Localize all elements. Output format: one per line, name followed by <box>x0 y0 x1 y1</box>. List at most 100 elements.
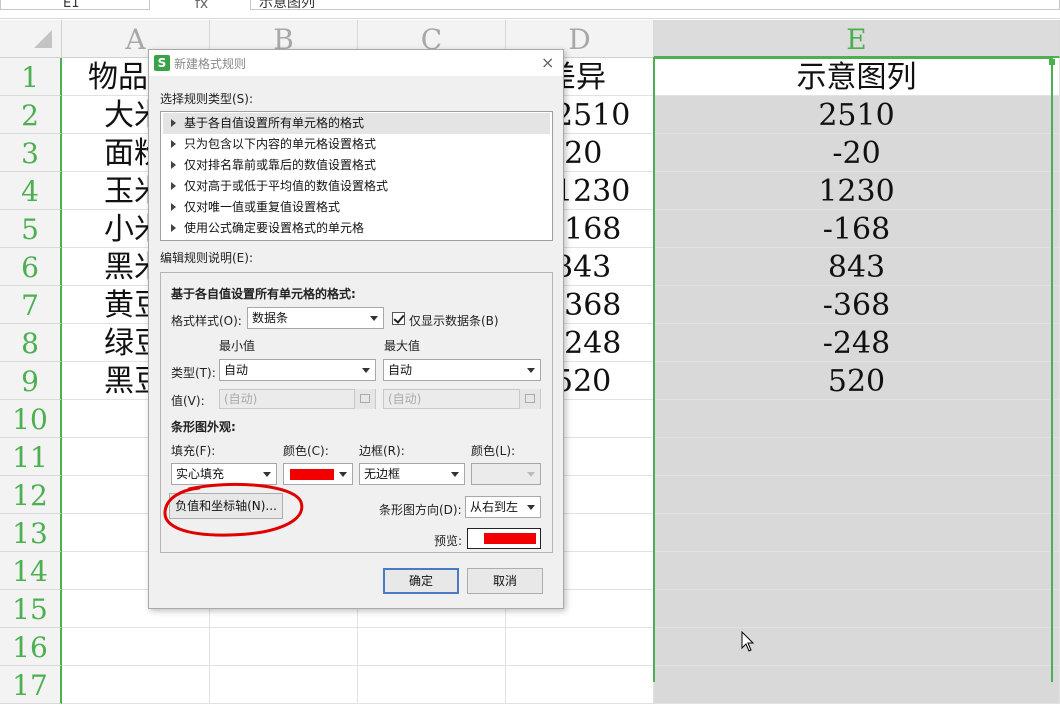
cell-e[interactable]: -168 <box>654 210 1060 248</box>
cell-e[interactable] <box>654 666 1060 704</box>
border-color-label: 颜色(L): <box>471 444 516 458</box>
dropdown-arrow-icon <box>527 472 535 477</box>
preview-label: 预览: <box>434 534 463 548</box>
cell-e[interactable]: 示意图列 <box>654 58 1060 96</box>
rule-type-item[interactable]: 仅对高于或低于平均值的数值设置格式 <box>163 176 550 197</box>
direction-select[interactable]: 从右到左 <box>465 496 541 518</box>
row-header[interactable]: 14 <box>0 552 62 590</box>
wps-logo-icon: S <box>154 55 170 71</box>
bar-appearance-label: 条形图外观: <box>171 420 236 434</box>
cancel-button[interactable]: 取消 <box>467 568 543 594</box>
row-header[interactable]: 2 <box>0 96 62 134</box>
row-header[interactable]: 7 <box>0 286 62 324</box>
name-box[interactable]: E1 <box>0 0 150 10</box>
cell-e[interactable] <box>654 400 1060 438</box>
rule-type-list[interactable]: 基于各自值设置所有单元格的格式 只为包含以下内容的单元格设置格式 仅对排名靠前或… <box>160 111 553 241</box>
rule-type-item[interactable]: 只为包含以下内容的单元格设置格式 <box>163 134 550 155</box>
cell-a[interactable] <box>62 628 210 666</box>
fx-icon[interactable]: fx <box>195 0 208 12</box>
rule-type-item[interactable]: 使用公式确定要设置格式的单元格 <box>163 218 550 239</box>
row-header[interactable]: 3 <box>0 134 62 172</box>
max-value-field: (自动) <box>383 389 541 409</box>
cell-e[interactable] <box>654 590 1060 628</box>
dropdown-arrow-icon <box>527 505 535 510</box>
format-style-label: 格式样式(O): <box>171 314 242 328</box>
triangle-right-icon <box>171 140 176 148</box>
triangle-right-icon <box>171 203 176 211</box>
cell-c[interactable] <box>358 666 506 704</box>
cell-c[interactable] <box>358 628 506 666</box>
min-type-select[interactable]: 自动 <box>219 359 376 381</box>
row-header[interactable]: 17 <box>0 666 62 704</box>
row-header[interactable]: 9 <box>0 362 62 400</box>
dropdown-arrow-icon <box>339 472 347 477</box>
dropdown-arrow-icon <box>451 472 459 477</box>
fill-color-swatch <box>290 469 334 480</box>
row-header[interactable]: 5 <box>0 210 62 248</box>
row-header[interactable]: 4 <box>0 172 62 210</box>
fill-color-label: 颜色(C): <box>283 444 329 458</box>
select-rule-type-label: 选择规则类型(S): <box>160 92 254 106</box>
edit-rule-label: 编辑规则说明(E): <box>160 251 253 265</box>
row-header[interactable]: 13 <box>0 514 62 552</box>
preview-box <box>467 528 541 549</box>
show-bar-only-label: 仅显示数据条(B) <box>409 314 499 328</box>
triangle-right-icon <box>171 161 176 169</box>
row-header[interactable]: 10 <box>0 400 62 438</box>
triangle-right-icon <box>171 182 176 190</box>
row-header[interactable]: 12 <box>0 476 62 514</box>
cell-e[interactable] <box>654 438 1060 476</box>
select-all-icon <box>34 30 52 48</box>
cell-b[interactable] <box>210 628 358 666</box>
dropdown-arrow-icon <box>370 316 378 321</box>
cell-b[interactable] <box>210 666 358 704</box>
close-icon[interactable]: × <box>541 53 554 72</box>
annotation-circle <box>163 482 304 537</box>
cell-e[interactable]: 2510 <box>654 96 1060 134</box>
rule-type-item[interactable]: 基于各自值设置所有单元格的格式 <box>163 113 550 134</box>
row-header[interactable]: 11 <box>0 438 62 476</box>
row-header[interactable]: 1 <box>0 58 62 96</box>
rule-type-item[interactable]: 仅对排名靠前或靠后的数值设置格式 <box>163 155 550 176</box>
show-bar-only-checkbox[interactable] <box>392 312 405 325</box>
border-label: 边框(R): <box>359 444 405 458</box>
border-type-select[interactable]: 无边框 <box>359 463 465 485</box>
min-value-field: (自动) <box>219 389 376 409</box>
rule-type-item[interactable]: 仅对唯一值或重复值设置格式 <box>163 197 550 218</box>
row-header[interactable]: 8 <box>0 324 62 362</box>
dropdown-arrow-icon <box>263 472 271 477</box>
triangle-right-icon <box>171 224 176 232</box>
cell-e[interactable] <box>654 514 1060 552</box>
range-picker-icon <box>519 389 540 409</box>
section-heading: 基于各自值设置所有单元格的格式: <box>171 287 356 301</box>
new-format-rule-dialog: S 新建格式规则 × 选择规则类型(S): 基于各自值设置所有单元格的格式 只为… <box>148 49 564 609</box>
cell-a[interactable] <box>62 666 210 704</box>
fill-handle[interactable] <box>1049 59 1055 65</box>
cell-e[interactable]: -20 <box>654 134 1060 172</box>
dropdown-arrow-icon <box>362 368 370 373</box>
formula-input[interactable]: 示意图列 <box>250 0 1060 10</box>
cell-e[interactable]: 843 <box>654 248 1060 286</box>
cell-e[interactable]: -248 <box>654 324 1060 362</box>
cell-e[interactable]: -368 <box>654 286 1060 324</box>
format-style-select[interactable]: 数据条 <box>247 307 384 329</box>
cell-e[interactable] <box>654 476 1060 514</box>
dropdown-arrow-icon <box>527 368 535 373</box>
cell-e[interactable] <box>654 552 1060 590</box>
max-type-select[interactable]: 自动 <box>383 359 541 381</box>
row-header[interactable]: 15 <box>0 590 62 628</box>
select-all-corner[interactable] <box>0 20 62 58</box>
dialog-title-bar[interactable]: S 新建格式规则 × <box>149 50 563 76</box>
cell-d[interactable] <box>506 666 654 704</box>
cell-e[interactable]: 520 <box>654 362 1060 400</box>
formula-bar: E1 fx 示意图列 <box>0 0 1060 19</box>
column-header-e[interactable]: E <box>654 20 1060 58</box>
max-label: 最大值 <box>384 339 421 353</box>
ok-button[interactable]: 确定 <box>383 568 459 594</box>
row-header[interactable]: 16 <box>0 628 62 666</box>
cell-e[interactable] <box>654 628 1060 666</box>
cell-e[interactable]: 1230 <box>654 172 1060 210</box>
cell-d[interactable] <box>506 628 654 666</box>
row-header[interactable]: 6 <box>0 248 62 286</box>
range-picker-icon <box>354 389 375 409</box>
